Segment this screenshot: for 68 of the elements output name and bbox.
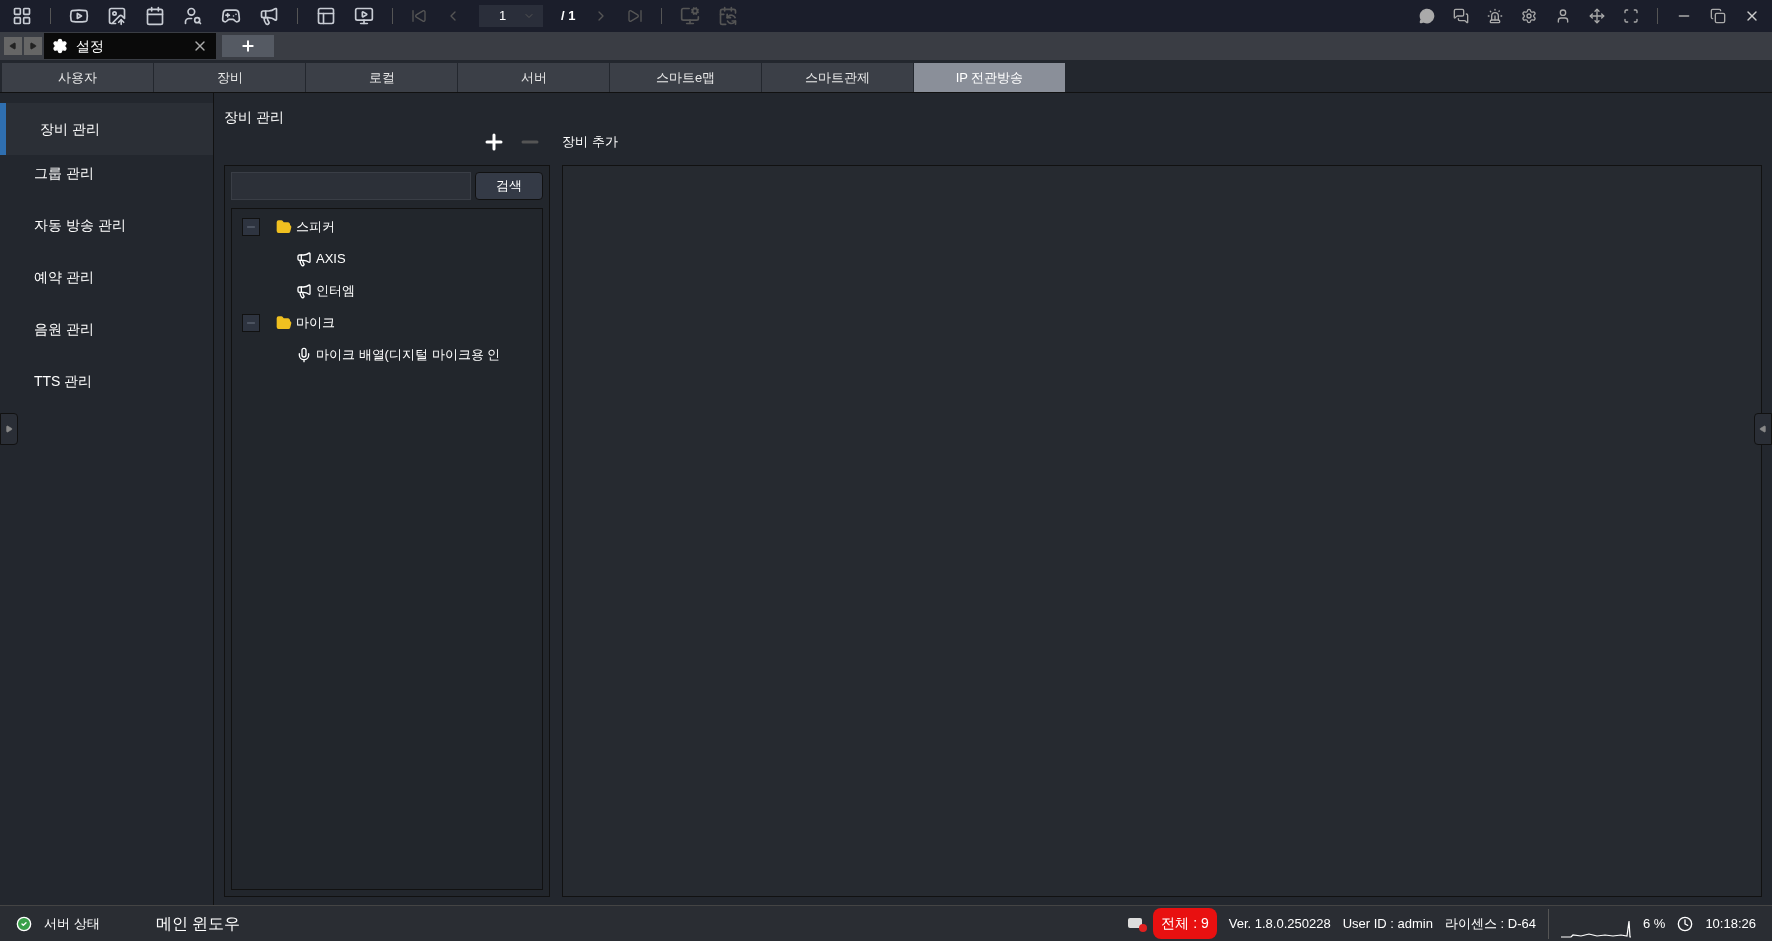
- window-name: 메인 윈도우: [156, 913, 241, 934]
- search-field[interactable]: [231, 172, 471, 200]
- search-button[interactable]: 검색: [475, 172, 543, 200]
- license-text: 라이센스 : D-64: [1444, 914, 1536, 933]
- tree-item-label[interactable]: 스피커: [296, 217, 335, 237]
- user-search-icon[interactable]: [183, 6, 203, 26]
- alert-badge[interactable]: 전체 : 9: [1153, 908, 1217, 939]
- folder-icon: [276, 219, 292, 235]
- scroll-left-button[interactable]: [4, 37, 22, 55]
- plus-icon: [240, 38, 256, 54]
- right-triangle-icon: [29, 42, 37, 50]
- microphone-icon: [296, 347, 312, 363]
- calendar-icon[interactable]: [145, 6, 165, 26]
- scroll-right-button[interactable]: [24, 37, 42, 55]
- cpu-graph: [1561, 920, 1631, 938]
- sidebar-item[interactable]: TTS 관리: [0, 363, 213, 399]
- play-icon[interactable]: [69, 6, 89, 26]
- collapse-toggle[interactable]: [242, 218, 260, 236]
- megaphone-icon: [296, 283, 312, 299]
- left-triangle-icon: [9, 42, 17, 50]
- check-icon: [16, 915, 32, 932]
- expand-left-handle[interactable]: [0, 413, 18, 445]
- user-id-text: User ID : admin: [1342, 914, 1433, 933]
- settings-tab[interactable]: 로컬: [306, 63, 457, 92]
- grid-icon[interactable]: [12, 6, 32, 26]
- cpu-usage: 6 %: [1643, 914, 1666, 933]
- collapse-toggle[interactable]: [242, 314, 260, 332]
- page-field[interactable]: 1: [479, 5, 543, 27]
- left-triangle-icon: [1759, 425, 1767, 433]
- version-text: Ver. 1.8.0.250228: [1228, 914, 1331, 933]
- gamepad-icon[interactable]: [221, 6, 241, 26]
- clock-icon: [1677, 915, 1694, 932]
- fullscreen-icon[interactable]: [1623, 8, 1639, 24]
- section-title: 장비 관리: [224, 108, 285, 127]
- page-total: / 1: [561, 7, 576, 26]
- tree-item-label[interactable]: AXIS: [316, 249, 346, 269]
- move-icon[interactable]: [1589, 8, 1605, 24]
- settings-tab[interactable]: 서버: [458, 63, 609, 92]
- server-status[interactable]: 서버 상태: [44, 913, 144, 934]
- gear-icon: [52, 38, 68, 54]
- settings-tab[interactable]: 사용자: [2, 63, 153, 92]
- sidebar-item[interactable]: 장비 관리: [0, 103, 213, 155]
- settings-tab[interactable]: 장비: [154, 63, 305, 92]
- clock-time: 10:18:26: [1705, 914, 1756, 933]
- document-tab[interactable]: 설정: [44, 33, 216, 59]
- tree-item-label[interactable]: 마이크: [296, 313, 335, 333]
- messages-icon[interactable]: [1453, 8, 1469, 24]
- right-triangle-icon: [5, 425, 13, 433]
- settings-icon[interactable]: [1521, 8, 1537, 24]
- add-tab-button[interactable]: [222, 35, 274, 57]
- megaphone-icon[interactable]: [259, 6, 279, 26]
- folder-icon: [276, 315, 292, 331]
- restore-icon[interactable]: [1710, 8, 1726, 24]
- chat-icon[interactable]: [1419, 8, 1435, 24]
- sidebar-item[interactable]: 자동 방송 관리: [0, 207, 213, 243]
- sidebar-item[interactable]: 음원 관리: [0, 311, 213, 347]
- tree-item-label[interactable]: 마이크 배열(디지털 마이크용 인: [316, 345, 501, 365]
- layout-icon[interactable]: [316, 6, 336, 26]
- sidebar-item[interactable]: 그룹 관리: [0, 155, 213, 191]
- detail-title: 장비 추가: [562, 133, 619, 152]
- expand-right-handle[interactable]: [1754, 413, 1772, 445]
- alarm-icon[interactable]: [1487, 8, 1503, 24]
- sidebar-item[interactable]: 예약 관리: [0, 259, 213, 295]
- settings-tab[interactable]: 스마트e맵: [610, 63, 761, 92]
- tree-item-label[interactable]: 인터엠: [316, 281, 355, 301]
- megaphone-icon: [296, 251, 312, 267]
- settings-tab[interactable]: 스마트관제: [762, 63, 913, 92]
- user-icon[interactable]: [1555, 8, 1571, 24]
